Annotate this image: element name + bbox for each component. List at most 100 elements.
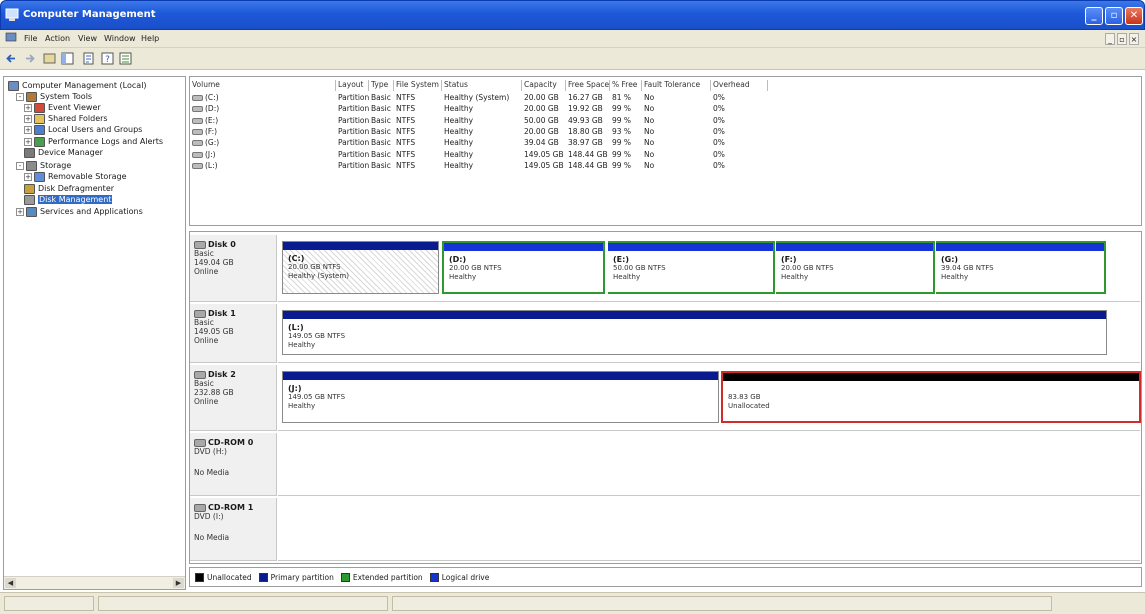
maximize-button[interactable]: ▫ [1105,7,1123,25]
volume-name[interactable]: (F:) [192,127,217,138]
tree-item[interactable]: + Event Viewer [24,102,101,113]
tree-item[interactable]: Disk Management [24,194,113,205]
volume-cell: Healthy (System) [444,93,510,102]
menu-view[interactable]: View [78,34,97,43]
disk-name: Disk 2 [194,370,272,379]
mdi-minimize-button[interactable]: _ [1105,33,1115,45]
column-header[interactable]: Status [442,80,522,91]
tree-item-label: Storage [40,161,72,170]
drive-icon [192,128,203,135]
partition-body: 83.83 GB Unallocated [723,381,1139,421]
legend-label: Extended partition [352,572,423,582]
forward-arrow-icon[interactable] [22,51,37,66]
volume-cell: 50.00 GB [524,115,559,125]
menu-help[interactable]: Help [141,34,159,43]
disk-name: Disk 1 [194,309,272,318]
partition-l[interactable]: (L:) 149.05 GB NTFS Healthy [282,310,1107,355]
event-viewer-icon [34,102,45,113]
volume-cell: NTFS [396,93,416,102]
disk-label[interactable]: CD-ROM 1 DVD (I:) No Media [190,498,277,561]
partition-status: Healthy [288,341,316,349]
disk-label[interactable]: Disk 1 Basic 149.05 GB Online [190,304,277,363]
tree-expander-icon[interactable]: - [16,161,24,170]
tree-expander-icon[interactable]: + [24,125,32,134]
help-icon[interactable]: ? [100,51,115,66]
partition-d[interactable]: (D:) 20.00 GB NTFS Healthy [442,241,605,294]
disk-label[interactable]: Disk 2 Basic 232.88 GB Online [190,365,277,431]
volume-cell: Partition [338,104,370,114]
volume-name[interactable]: (J:) [192,150,216,161]
menu-file[interactable]: File [24,34,37,43]
partition-status: Healthy [449,273,477,281]
up-level-icon[interactable] [42,51,57,66]
column-header[interactable]: Type [369,80,394,91]
tree-item[interactable]: + Local Users and Groups [24,124,142,135]
tree-item[interactable]: - System Tools [16,91,92,102]
volume-label: (L:) [205,160,218,170]
scroll-left-icon[interactable]: ◀ [5,578,16,588]
column-header[interactable]: Fault Tolerance [642,80,711,91]
tree-item[interactable]: - Storage [16,160,71,171]
volume-name[interactable]: (G:) [192,138,219,149]
tree-expander-icon[interactable]: + [24,137,32,146]
partition-body: (J:) 149.05 GB NTFS Healthy [283,380,718,422]
tree-item-label: Computer Management (Local) [22,81,147,90]
minimize-button[interactable]: _ [1085,7,1103,25]
volume-cell: NTFS [396,115,416,125]
tree-item[interactable]: + Performance Logs and Alerts [24,136,163,147]
menu-window[interactable]: Window [104,34,136,43]
view-icon[interactable] [118,51,133,66]
close-button[interactable]: ✕ [1125,7,1143,25]
volume-name[interactable]: (D:) [192,104,219,115]
tree-expander-icon[interactable]: + [16,207,24,216]
partition-status: Healthy [613,273,641,281]
console-icon[interactable] [5,32,17,44]
tree-item[interactable]: + Services and Applications [16,206,143,217]
column-header[interactable]: Capacity [522,80,566,91]
disk-label[interactable]: Disk 0 Basic 149.04 GB Online [190,235,277,302]
column-header[interactable]: Overhead [711,80,768,91]
mdi-close-button[interactable]: × [1129,33,1139,45]
back-arrow-icon[interactable] [4,51,19,66]
disk-type: DVD (I:) [194,512,224,521]
tree-expander-icon[interactable]: + [24,103,32,112]
partition-c[interactable]: (C:) 20.00 GB NTFS Healthy (System) [282,241,439,294]
volume-cell: 20.00 GB [524,126,559,136]
column-header[interactable]: % Free [610,80,642,91]
tree-expander-icon[interactable]: + [24,114,32,123]
tree-item[interactable]: Device Manager [24,147,103,158]
disk-label[interactable]: CD-ROM 0 DVD (H:) No Media [190,433,277,496]
legend-swatch [195,572,204,582]
horizontal-scrollbar[interactable]: ◀ ▶ [4,576,185,589]
tree-item[interactable]: + Removable Storage [24,171,127,182]
volume-name[interactable]: (L:) [192,161,218,172]
column-header[interactable]: Free Space [566,80,610,91]
tree-item[interactable]: Computer Management (Local) [8,80,147,91]
column-header[interactable]: Layout [336,80,369,91]
menu-action[interactable]: Action [45,34,70,43]
partition-unallocated[interactable]: 83.83 GB Unallocated [721,371,1141,423]
volume-name[interactable]: (C:) [192,93,219,104]
tree-expander-icon[interactable]: - [16,92,24,101]
volume-cell: 149.05 GB [524,149,564,159]
column-header[interactable]: Volume [190,80,336,91]
partition-f[interactable]: (F:) 20.00 GB NTFS Healthy [776,241,935,294]
disk-icon [194,240,206,249]
column-header[interactable]: File System [394,80,442,91]
partition-e[interactable]: (E:) 50.00 GB NTFS Healthy [608,241,775,294]
volume-cell: Healthy [444,160,474,170]
properties-icon[interactable] [81,51,96,66]
tree-expander-icon[interactable]: + [24,172,32,181]
partition-body: (F:) 20.00 GB NTFS Healthy [776,251,933,292]
show-hide-tree-icon[interactable] [60,51,75,66]
tree-item[interactable]: Disk Defragmenter [24,183,114,194]
partition-name: (G:) [941,255,959,264]
volume-name[interactable]: (E:) [192,116,218,127]
performance-icon [34,136,45,147]
mdi-restore-button[interactable]: ▫ [1117,33,1127,45]
partition-g[interactable]: (G:) 39.04 GB NTFS Healthy [936,241,1106,294]
scroll-right-icon[interactable]: ▶ [173,578,184,588]
tree-item[interactable]: + Shared Folders [24,113,108,124]
partition-j[interactable]: (J:) 149.05 GB NTFS Healthy [282,371,719,423]
disk-icon [194,370,206,379]
